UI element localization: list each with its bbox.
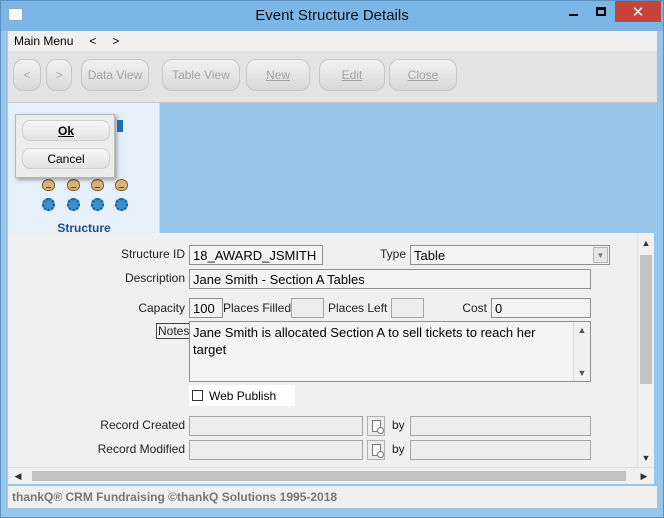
scroll-left-icon[interactable]: ◀ (10, 468, 26, 484)
horizontal-scrollbar[interactable]: ◀ ▶ (8, 467, 654, 484)
web-publish-label: Web Publish (209, 388, 277, 403)
type-value: Table (414, 248, 446, 263)
menu-forward[interactable]: > (112, 34, 119, 48)
type-label: Type (379, 247, 406, 261)
capacity-field[interactable]: 100 (189, 298, 223, 318)
record-modified-label: Record Modified (97, 442, 185, 456)
notes-scrollbar[interactable]: ▲ ▼ (573, 322, 590, 381)
table-icon (91, 198, 104, 211)
person-icon (67, 179, 80, 191)
structure-id-label: Structure ID (120, 247, 185, 261)
main-menu[interactable]: Main Menu (14, 34, 73, 48)
capacity-label: Capacity (138, 301, 185, 315)
scroll-right-icon[interactable]: ▶ (636, 468, 652, 484)
notes-label[interactable]: Notes (156, 323, 192, 339)
new-button[interactable]: New (246, 59, 310, 91)
minimize-icon (569, 14, 578, 16)
close-button[interactable]: Close (389, 59, 457, 91)
table-icon (42, 198, 55, 211)
record-created-field[interactable] (189, 416, 363, 436)
ok-button-label: Ok (57, 123, 74, 138)
places-left-label: Places Left (328, 301, 388, 315)
record-created-by-field[interactable] (410, 416, 591, 436)
cost-field[interactable]: 0 (491, 298, 591, 318)
table-icon (67, 198, 80, 211)
table-view-button[interactable]: Table View (162, 59, 240, 91)
description-label: Description (124, 271, 185, 285)
app-window: Event Structure Details ✕ Main Menu < > … (0, 0, 664, 518)
edit-button-label: Edit (341, 68, 363, 82)
document-search-icon (371, 420, 384, 434)
person-icon (115, 179, 128, 191)
edit-button[interactable]: Edit (319, 59, 385, 91)
cancel-button[interactable]: Cancel (22, 148, 110, 169)
scroll-up-icon[interactable]: ▲ (638, 235, 654, 251)
close-button-label: Close (407, 68, 439, 82)
record-modified-by-field[interactable] (410, 440, 591, 460)
maximize-button[interactable] (587, 1, 614, 22)
status-bar: thankQ® CRM Fundraising ©thankQ Solution… (8, 486, 657, 508)
vertical-scrollbar[interactable]: ▲ ▼ (637, 233, 654, 467)
window-bottom-border (1, 508, 663, 517)
record-created-label: Record Created (100, 418, 185, 432)
copyright-text: thankQ® CRM Fundraising ©thankQ Solution… (12, 490, 338, 504)
record-created-lookup-button[interactable] (367, 416, 385, 436)
back-button[interactable]: < (13, 59, 41, 91)
data-view-button[interactable]: Data View (81, 59, 149, 91)
ok-button[interactable]: Ok (22, 120, 110, 141)
close-icon: ✕ (631, 3, 645, 21)
popup-handle (117, 120, 123, 132)
document-search-icon (371, 444, 384, 458)
web-publish-option[interactable]: Web Publish (189, 385, 295, 406)
places-left-field[interactable] (391, 298, 424, 318)
notes-field[interactable]: Jane Smith is allocated Section A to sel… (189, 321, 591, 382)
close-window-button[interactable]: ✕ (615, 1, 661, 22)
person-icon (91, 179, 104, 191)
forward-button[interactable]: > (46, 59, 72, 91)
maximize-icon (595, 7, 606, 16)
record-created-by-label: by (392, 418, 405, 432)
places-filled-field[interactable] (291, 298, 324, 318)
cost-label: Cost (462, 301, 487, 315)
menu-bar: Main Menu < > (8, 31, 657, 51)
record-modified-by-label: by (392, 442, 405, 456)
menu-back[interactable]: < (89, 34, 96, 48)
description-field[interactable]: Jane Smith - Section A Tables (189, 269, 591, 289)
record-modified-lookup-button[interactable] (367, 440, 385, 460)
minimize-button[interactable] (560, 1, 587, 22)
web-publish-checkbox[interactable] (192, 390, 203, 401)
action-popup: Ok Cancel (15, 114, 115, 178)
title-bar[interactable]: Event Structure Details ✕ (1, 1, 663, 31)
vertical-scroll-thumb[interactable] (640, 255, 652, 384)
scroll-down-icon[interactable]: ▼ (638, 450, 654, 466)
chevron-down-icon[interactable]: ▼ (593, 247, 608, 263)
record-modified-field[interactable] (189, 440, 363, 460)
table-icon (115, 198, 128, 211)
new-button-label: New (265, 68, 290, 82)
notes-text: Jane Smith is allocated Section A to sel… (193, 325, 536, 357)
type-select[interactable]: Table ▼ (410, 245, 610, 265)
structure-id-field[interactable]: 18_AWARD_JSMITH (189, 245, 323, 265)
toolbar: < > Data View Table View New Edit Close (8, 51, 657, 103)
horizontal-scroll-thumb[interactable] (32, 471, 626, 481)
places-filled-label: Places Filled (223, 301, 292, 315)
person-icon (42, 179, 55, 191)
chevron-down-icon[interactable]: ▼ (574, 365, 590, 381)
chevron-up-icon[interactable]: ▲ (574, 322, 590, 338)
structure-form: Structure ID 18_AWARD_JSMITH Type Table … (8, 233, 637, 467)
